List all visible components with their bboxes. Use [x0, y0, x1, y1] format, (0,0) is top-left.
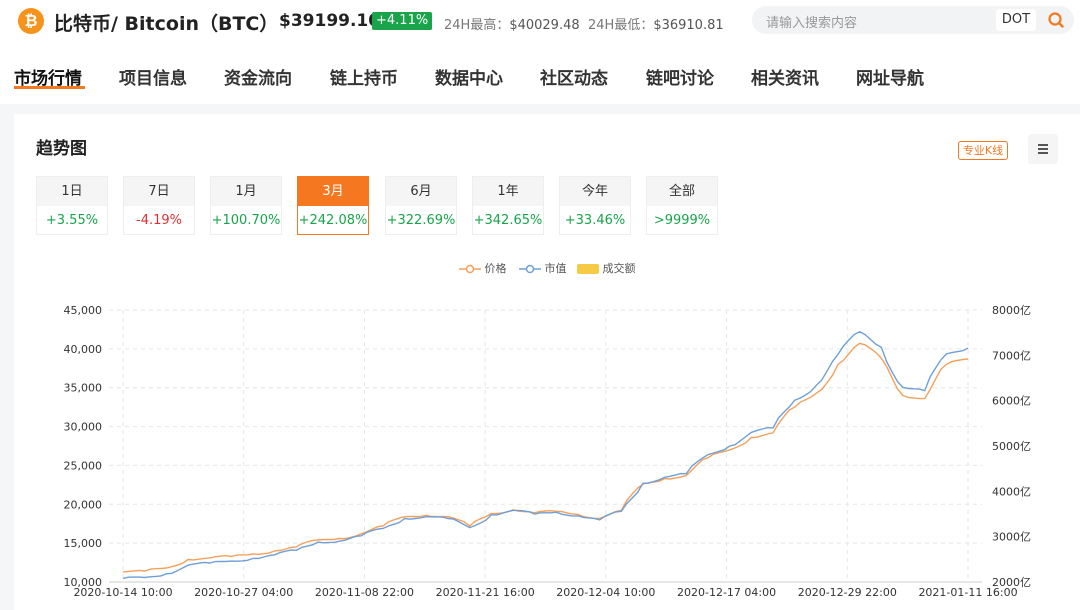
period-label: 1月: [211, 177, 281, 206]
y-right-tick-label: 7000亿: [992, 349, 1031, 362]
nav-fund-flow[interactable]: 资金流向: [224, 64, 292, 89]
y-left-tick-label: 25,000: [64, 459, 103, 472]
y-right-tick-label: 3000亿: [992, 531, 1031, 544]
period-label: 7日: [124, 177, 194, 206]
y-right-tick-label: 4000亿: [992, 485, 1031, 498]
period-label: 1年: [473, 177, 543, 206]
period-tab-1m[interactable]: 1月 +100.70%: [210, 176, 282, 235]
legend-price[interactable]: 价格: [459, 260, 507, 276]
period-change: +3.55%: [45, 213, 99, 228]
period-tab-3m[interactable]: 3月 +242.08%: [297, 176, 369, 235]
nav-project-info[interactable]: 项目信息: [119, 64, 187, 89]
high-24h: 24H最高：$40029.48: [444, 14, 580, 33]
search-box[interactable]: 请输入搜索内容 DOT: [752, 6, 1074, 34]
legend-cap-marker: [519, 264, 541, 274]
y-right-tick-label: 8000亿: [992, 304, 1031, 317]
nav-news[interactable]: 相关资讯: [751, 64, 819, 89]
search-input[interactable]: 请输入搜索内容: [766, 12, 857, 31]
legend-price-label: 价格: [484, 262, 507, 275]
y-left-tick-label: 30,000: [64, 421, 103, 434]
legend-market-cap[interactable]: 市值: [519, 260, 567, 276]
period-change: +342.65%: [473, 213, 543, 228]
x-tick-label: 2020-11-21 16:00: [436, 586, 535, 599]
y-right-tick-label: 5000亿: [992, 440, 1031, 453]
period-change: >9999%: [653, 213, 711, 228]
legend-price-marker: [459, 264, 481, 274]
x-tick-label: 2020-10-27 04:00: [194, 586, 293, 599]
top-bar: ₿ 比特币/ Bitcoin（BTC） $39199.10 +4.11% 24H…: [0, 0, 1080, 42]
search-icon[interactable]: [1046, 10, 1066, 30]
y-left-tick-label: 20,000: [64, 498, 103, 511]
period-change: +100.70%: [211, 213, 281, 228]
legend-volume[interactable]: 成交额: [577, 260, 636, 276]
period-change: +242.08%: [298, 213, 368, 228]
pro-kline-button[interactable]: 专业K线: [958, 141, 1008, 160]
period-label: 全部: [647, 177, 717, 206]
y-left-tick-label: 40,000: [64, 343, 103, 356]
period-tab-1d[interactable]: 1日 +3.55%: [36, 176, 108, 235]
period-change: +322.69%: [386, 213, 456, 228]
bitcoin-logo-icon: ₿: [18, 8, 44, 34]
period-label: 1日: [37, 177, 107, 206]
y-left-tick-label: 45,000: [64, 304, 103, 317]
trend-card: 趋势图 专业K线 1日 +3.55% 7日 -4.19% 1月 +100.70% 3月…: [14, 114, 1080, 610]
x-tick-label: 2020-11-08 22:00: [315, 586, 414, 599]
low-24h-label: 24H最低：: [588, 18, 654, 33]
period-label: 6月: [386, 177, 456, 206]
price-change-badge: +4.11%: [372, 12, 433, 30]
coin-name: 比特币/ Bitcoin（BTC）: [54, 13, 279, 35]
search-coin-tag[interactable]: DOT: [996, 9, 1036, 31]
x-tick-label: 2020-12-04 10:00: [556, 586, 655, 599]
period-label: 今年: [560, 177, 630, 206]
period-tab-6m[interactable]: 6月 +322.69%: [385, 176, 457, 235]
period-tab-ytd[interactable]: 今年 +33.46%: [559, 176, 631, 235]
nav-active-indicator: [14, 86, 85, 89]
price-series-line: [122, 342, 969, 573]
legend-cap-label: 市值: [544, 262, 567, 275]
nav-data-center[interactable]: 数据中心: [435, 64, 503, 89]
y-right-tick-label: 6000亿: [992, 395, 1031, 408]
period-tab-7d[interactable]: 7日 -4.19%: [123, 176, 195, 235]
trend-title: 趋势图: [36, 139, 87, 159]
period-change: -4.19%: [136, 213, 182, 228]
period-tab-1y[interactable]: 1年 +342.65%: [472, 176, 544, 235]
nav-links[interactable]: 网址导航: [856, 64, 924, 89]
x-tick-label: 2020-12-17 04:00: [677, 586, 776, 599]
x-tick-label: 2020-12-29 22:00: [798, 586, 897, 599]
low-24h: 24H最低：$36910.81: [588, 14, 724, 33]
low-24h-value: $36910.81: [653, 18, 724, 33]
trend-chart: 10,00015,00020,00025,00030,00035,00040,0…: [64, 304, 1032, 599]
x-tick-label: 2021-01-11 16:00: [918, 586, 1017, 599]
high-24h-value: $40029.48: [509, 18, 580, 33]
nav-onchain-holdings[interactable]: 链上持币: [330, 64, 398, 89]
legend-volume-label: 成交额: [602, 262, 636, 275]
period-label: 3月: [298, 177, 368, 206]
nav-community[interactable]: 社区动态: [540, 64, 608, 89]
period-change: +33.46%: [564, 213, 626, 228]
main-nav: 市场行情 项目信息 资金流向 链上持币 数据中心 社区动态 链吧讨论 相关资讯 …: [0, 42, 1080, 104]
coin-price: $39199.10: [279, 11, 381, 31]
high-24h-label: 24H最高：: [444, 18, 510, 33]
nav-discussion[interactable]: 链吧讨论: [646, 64, 714, 89]
y-left-tick-label: 35,000: [64, 382, 103, 395]
menu-icon[interactable]: [1028, 134, 1058, 164]
legend-volume-marker: [577, 264, 599, 274]
x-tick-label: 2020-10-14 10:00: [73, 586, 172, 599]
y-left-tick-label: 15,000: [64, 537, 103, 550]
market-cap-series-line: [122, 331, 969, 580]
period-tab-all[interactable]: 全部 >9999%: [646, 176, 718, 235]
